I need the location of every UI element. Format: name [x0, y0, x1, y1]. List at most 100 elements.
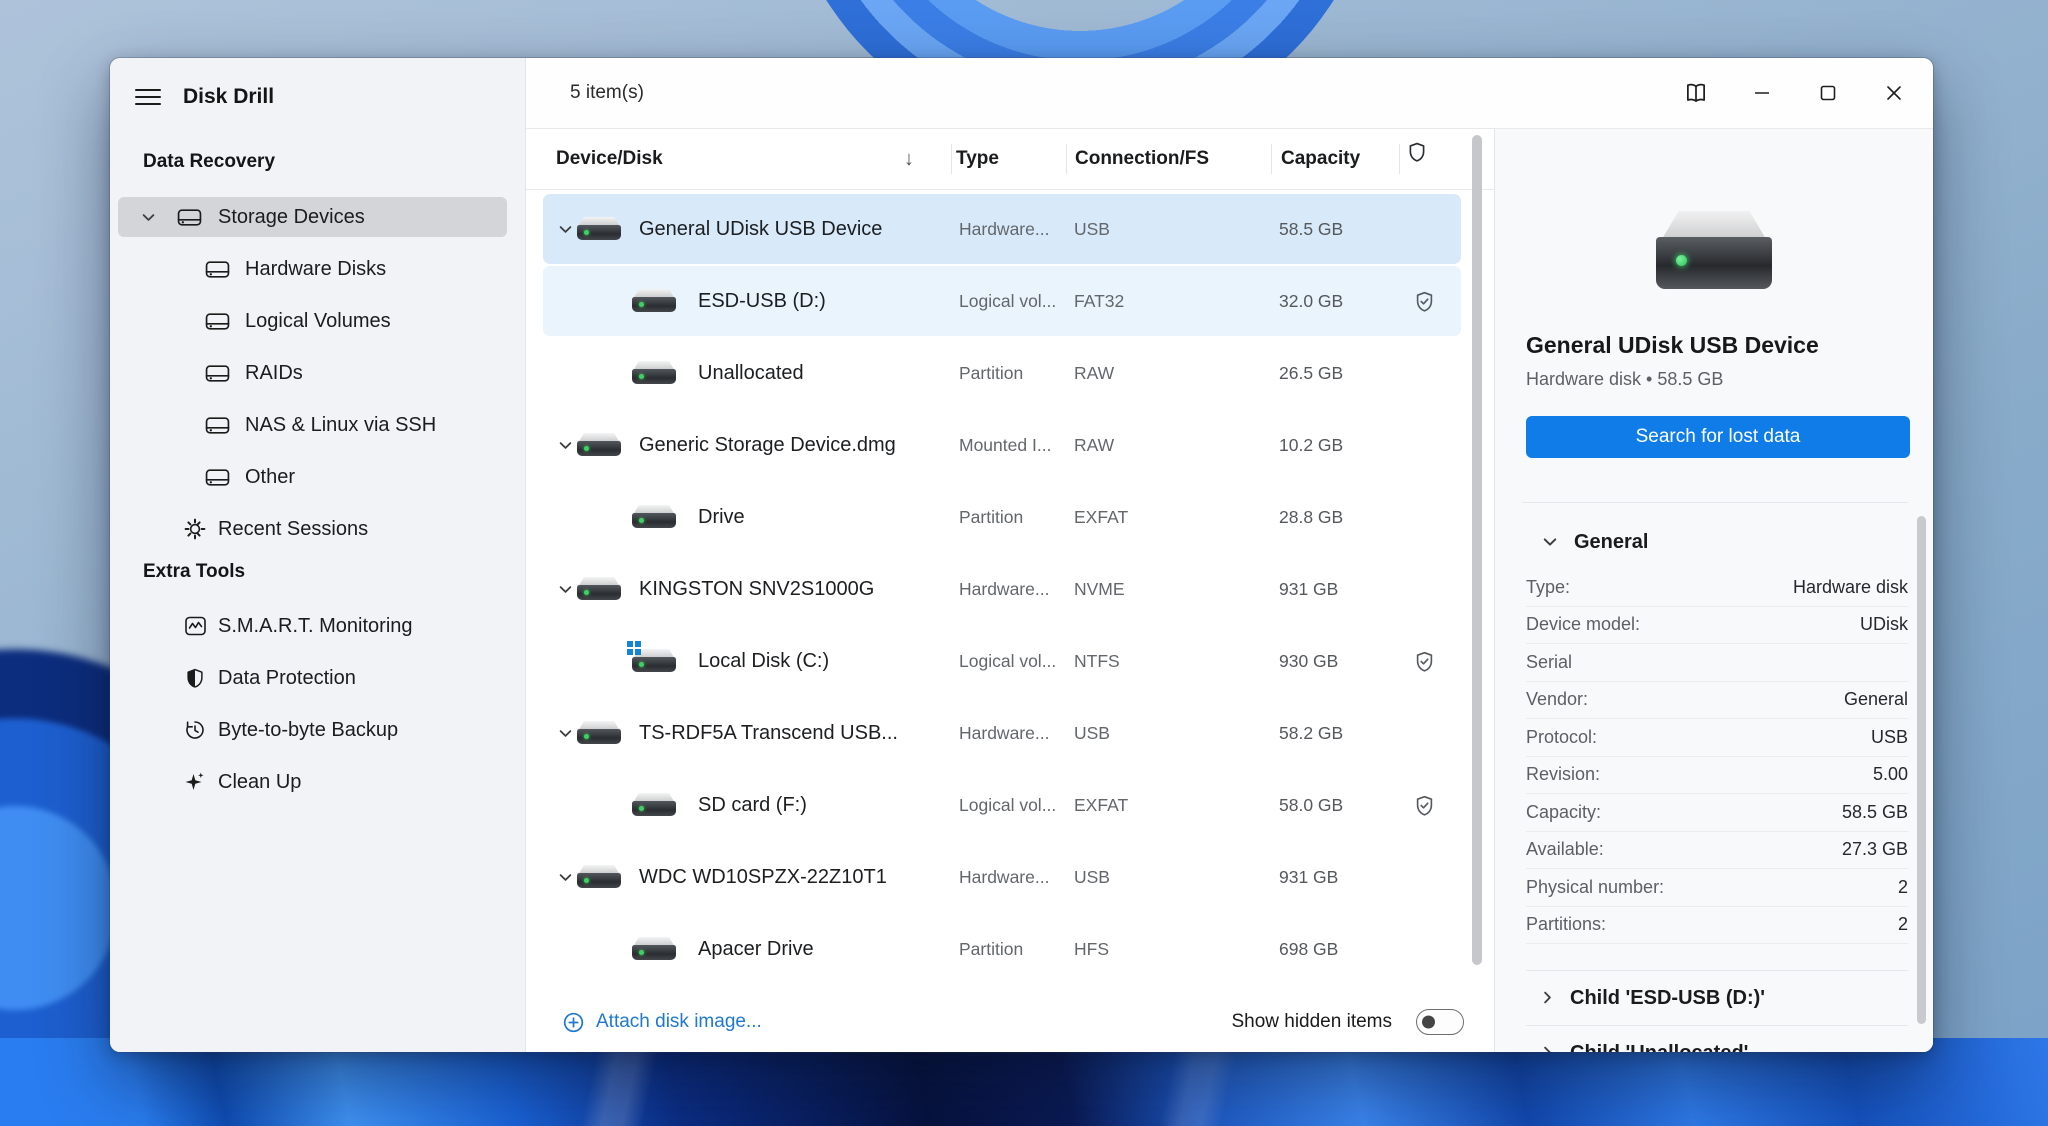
type-cell: Partition — [959, 938, 1024, 959]
table-row-ts-rdf5a-transcend-usb[interactable]: TS-RDF5A Transcend USB... Hardware... USB 5… — [543, 698, 1461, 768]
maximize-icon[interactable] — [1795, 58, 1861, 128]
column-device-disk[interactable]: Device/Disk — [556, 129, 663, 189]
chevron-down-icon[interactable] — [559, 441, 577, 450]
general-section-header[interactable]: General — [1543, 527, 1908, 557]
connection-fs-cell: NTFS — [1074, 650, 1120, 671]
chevron-down-icon[interactable] — [559, 873, 577, 882]
drive-icon — [627, 640, 676, 674]
drive-icon — [632, 936, 676, 962]
type-cell: Logical vol... — [959, 650, 1057, 671]
capacity-cell: 58.5 GB — [1279, 218, 1344, 239]
table-row-general-udisk-usb-device[interactable]: General UDisk USB Device Hardware... USB 58… — [543, 194, 1461, 264]
column-capacity[interactable]: Capacity — [1281, 129, 1360, 189]
drive-icon — [632, 792, 676, 818]
capacity-cell: 930 GB — [1279, 650, 1339, 671]
details-scrollbar[interactable] — [1917, 516, 1926, 1024]
attach-disk-image-link[interactable]: Attach disk image... — [562, 1011, 762, 1034]
sidebar-item-nas-linux-via-ssh[interactable]: NAS & Linux via SSH — [118, 405, 507, 445]
column-type[interactable]: Type — [956, 129, 999, 189]
child-section-child-unallocated[interactable]: Child 'Unallocated' — [1526, 1025, 1908, 1052]
shield-column-icon[interactable] — [1406, 129, 1428, 189]
app-title: Disk Drill — [183, 85, 275, 108]
header-separator — [1399, 144, 1400, 174]
type-cell: Partition — [959, 506, 1024, 527]
search-for-lost-data-button[interactable]: Search for lost data — [1526, 416, 1910, 458]
property-label: Partitions: — [1526, 914, 1607, 935]
device-name-label: Unallocated — [698, 361, 804, 384]
child-section-title: Child 'ESD-USB (D:)' — [1570, 986, 1766, 1009]
sort-descending-icon[interactable]: ↓ — [904, 129, 914, 189]
show-hidden-items-toggle[interactable] — [1416, 1009, 1464, 1035]
sidebar-item-s-m-a-r-t-monitoring[interactable]: S.M.A.R.T. Monitoring — [118, 606, 507, 646]
drive-icon — [577, 216, 621, 242]
table-row-kingston-snv2s1000g[interactable]: KINGSTON SNV2S1000G Hardware... NVME 931 GB — [543, 554, 1461, 624]
help-book-icon[interactable] — [1663, 58, 1729, 128]
drive-icon — [632, 504, 676, 530]
table-row-apacer-drive[interactable]: Apacer Drive Partition HFS 698 GB — [543, 914, 1461, 984]
column-connection-fs[interactable]: Connection/FS — [1075, 129, 1209, 189]
close-icon[interactable] — [1861, 58, 1927, 128]
sidebar-item-raids[interactable]: RAIDs — [118, 353, 507, 393]
sidebar-item-label: NAS & Linux via SSH — [245, 413, 437, 436]
device-name-label: General UDisk USB Device — [639, 217, 883, 240]
sidebar-item-data-protection[interactable]: Data Protection — [118, 658, 507, 698]
sidebar-item-storage-devices[interactable]: Storage Devices — [118, 197, 507, 237]
property-row-physical-number: Physical number: 2 — [1526, 869, 1908, 907]
property-value: 5.00 — [1872, 764, 1908, 785]
hard-drive-illustration — [1656, 211, 1772, 291]
sidebar-item-logical-volumes[interactable]: Logical Volumes — [118, 301, 507, 341]
drive-icon — [205, 363, 230, 384]
capacity-cell: 32.0 GB — [1279, 290, 1344, 311]
device-table: Device/Disk ↓ Type Connection/FS Capacit… — [526, 129, 1494, 1052]
drive-icon — [577, 720, 621, 746]
property-row-device-model: Device model: UDisk — [1526, 607, 1908, 644]
toggle-knob — [1422, 1015, 1435, 1029]
connection-fs-cell: USB — [1074, 866, 1110, 887]
sidebar-item-label: Storage Devices — [218, 205, 365, 228]
sidebar-item-other[interactable]: Other — [118, 457, 507, 497]
device-name-cell: KINGSTON SNV2S1000G — [559, 576, 874, 602]
property-row-available: Available: 27.3 GB — [1526, 832, 1908, 869]
property-value: 2 — [1897, 876, 1908, 897]
sidebar-item-hardware-disks[interactable]: Hardware Disks — [118, 249, 507, 289]
drive-icon — [577, 864, 621, 890]
items-count: 5 item(s) — [570, 82, 644, 103]
property-row-protocol: Protocol: USB — [1526, 719, 1908, 757]
table-body: General UDisk USB Device Hardware... USB 58… — [526, 190, 1494, 992]
table-row-drive[interactable]: Drive Partition EXFAT 28.8 GB — [543, 482, 1461, 552]
sidebar-item-clean-up[interactable]: Clean Up — [118, 762, 507, 802]
type-cell: Logical vol... — [959, 794, 1057, 815]
type-cell: Hardware... — [959, 866, 1050, 887]
table-footer: Attach disk image... Show hidden items — [526, 992, 1494, 1052]
connection-fs-cell: EXFAT — [1074, 506, 1129, 527]
sidebar-section-header-data-recovery: Data Recovery — [143, 151, 276, 172]
chevron-down-icon[interactable] — [559, 225, 577, 234]
table-row-sd-card-f[interactable]: SD card (F:) Logical vol... EXFAT 58.0 GB — [543, 770, 1461, 840]
sidebar-item-label: RAIDs — [245, 361, 303, 384]
capacity-cell: 698 GB — [1279, 938, 1339, 959]
sidebar-item-byte-to-byte-backup[interactable]: Byte-to-byte Backup — [118, 710, 507, 750]
windows-logo-icon — [627, 640, 641, 655]
main-area: 5 item(s) Device/Disk ↓ Type Connection/… — [526, 58, 1933, 1052]
chevron-down-icon[interactable] — [559, 585, 577, 594]
menu-icon[interactable] — [135, 88, 161, 106]
chevron-down-icon[interactable] — [559, 729, 577, 738]
table-row-unallocated[interactable]: Unallocated Partition RAW 26.5 GB — [543, 338, 1461, 408]
device-name-label: Generic Storage Device.dmg — [639, 433, 896, 456]
table-row-local-disk-c[interactable]: Local Disk (C:) Logical vol... NTFS 930 GB — [543, 626, 1461, 696]
property-label: Revision: — [1526, 764, 1601, 785]
capacity-cell: 58.0 GB — [1279, 794, 1344, 815]
child-section-child-esd-usb-d[interactable]: Child 'ESD-USB (D:)' — [1526, 970, 1908, 1025]
minimize-icon[interactable] — [1729, 58, 1795, 128]
chevron-right-icon — [1543, 987, 1552, 1010]
table-row-wdc-wd10spzx-22z10t1[interactable]: WDC WD10SPZX-22Z10T1 Hardware... USB 931 GB — [543, 842, 1461, 912]
show-hidden-items: Show hidden items — [1231, 1009, 1464, 1035]
header-separator — [1066, 144, 1067, 174]
table-scrollbar[interactable] — [1472, 135, 1482, 965]
sidebar-item-label: Byte-to-byte Backup — [218, 718, 399, 741]
sidebar-item-recent-sessions[interactable]: Recent Sessions — [118, 509, 507, 549]
table-row-generic-storage-device-dmg[interactable]: Generic Storage Device.dmg Mounted I... RA… — [543, 410, 1461, 480]
property-row-vendor: Vendor: General — [1526, 682, 1908, 719]
capacity-cell: 10.2 GB — [1279, 434, 1344, 455]
table-row-esd-usb-d[interactable]: ESD-USB (D:) Logical vol... FAT32 32.0 GB — [543, 266, 1461, 336]
